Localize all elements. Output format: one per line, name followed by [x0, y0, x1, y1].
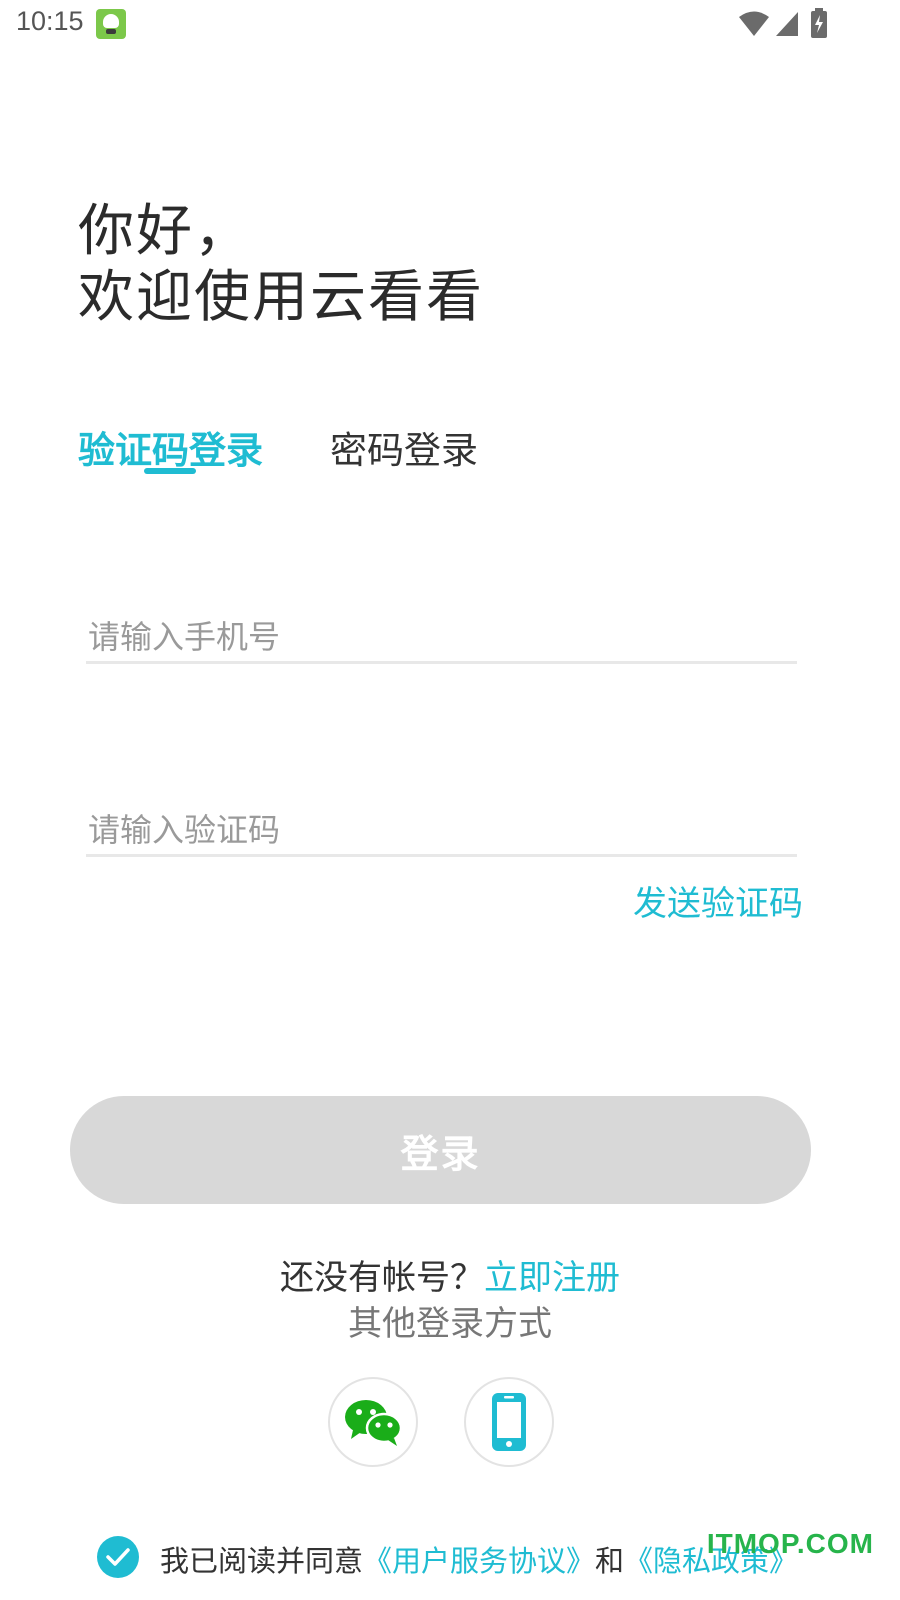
wechat-icon: [345, 1400, 403, 1446]
code-input-underline: [86, 854, 797, 857]
tab-sms-code-login[interactable]: 验证码登录: [78, 420, 263, 474]
login-button[interactable]: 登录: [70, 1096, 811, 1204]
service-agreement-link[interactable]: 《用户服务协议》: [363, 1544, 595, 1578]
login-button-label: 登录: [400, 1131, 481, 1176]
mobile-phone-icon: [492, 1393, 526, 1451]
welcome-title: 欢迎使用云看看: [78, 265, 484, 330]
agreement-text: 我已阅读并同意《用户服务协议》和《隐私政策》: [160, 1538, 798, 1580]
agreement-prefix: 我已阅读并同意: [160, 1544, 364, 1578]
status-time: 10:15: [16, 6, 84, 36]
agreement-checkbox[interactable]: [97, 1536, 139, 1578]
phone-login-button[interactable]: [464, 1377, 554, 1467]
phone-number-input[interactable]: [86, 612, 801, 662]
agreement-and: 和: [595, 1544, 625, 1578]
active-tab-indicator: [144, 468, 196, 474]
verification-code-input[interactable]: [86, 805, 801, 855]
other-login-title: 其他登录方式: [348, 1304, 552, 1344]
wechat-login-button[interactable]: [328, 1377, 418, 1467]
checkmark-icon: [106, 1548, 130, 1566]
wifi-icon: [739, 11, 769, 36]
register-link[interactable]: 立即注册: [484, 1258, 620, 1298]
cellular-signal-icon: [776, 12, 798, 36]
tab-password-login[interactable]: 密码登录: [330, 420, 478, 474]
phone-input-underline: [86, 661, 797, 664]
register-question: 还没有帐号？: [280, 1258, 484, 1298]
send-code-button[interactable]: 发送验证码: [633, 876, 803, 925]
battery-charging-icon: [811, 8, 827, 38]
watermark: ITMOP.COM: [706, 1528, 874, 1559]
register-prompt: 还没有帐号？立即注册: [0, 1250, 900, 1299]
app-notification-icon: [96, 9, 126, 39]
